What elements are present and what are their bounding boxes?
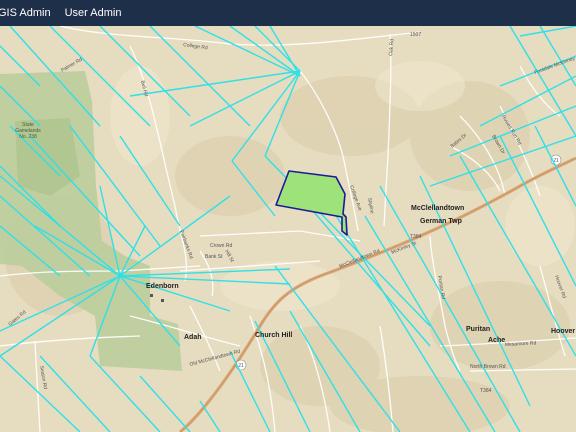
map-view[interactable]: 21 21 McClellandtown German Twp Edenborn…	[0, 26, 576, 432]
place-label-adah: Adah	[184, 334, 202, 341]
place-label-puritan: Puritan	[466, 326, 490, 333]
nav-gis-admin[interactable]: GIS Admin	[0, 7, 51, 19]
place-label-edenborn: Edenborn	[146, 283, 179, 290]
place-label-hoover: Hoover	[551, 328, 575, 335]
nav-user-admin[interactable]: User Admin	[65, 7, 122, 19]
route-number-label: T384	[410, 234, 422, 240]
top-navigation-bar: GIS Admin User Admin	[0, 0, 576, 26]
map-canvas[interactable]: 21 21 McClellandtown German Twp Edenborn…	[0, 26, 576, 432]
road-label: North Brown Rd	[470, 364, 506, 370]
place-label-ache: Ache	[488, 337, 505, 344]
place-label-german-twp: German Twp	[420, 218, 462, 225]
road-label: Bank St	[205, 254, 223, 260]
area-label-number: No. 238	[19, 134, 37, 140]
place-label-church-hill: Church Hill	[255, 332, 292, 339]
route-number-label: 1507	[410, 32, 421, 38]
route-number-label: T384	[480, 388, 492, 394]
place-label-mcclellandtown: McClellandtown	[411, 205, 464, 212]
